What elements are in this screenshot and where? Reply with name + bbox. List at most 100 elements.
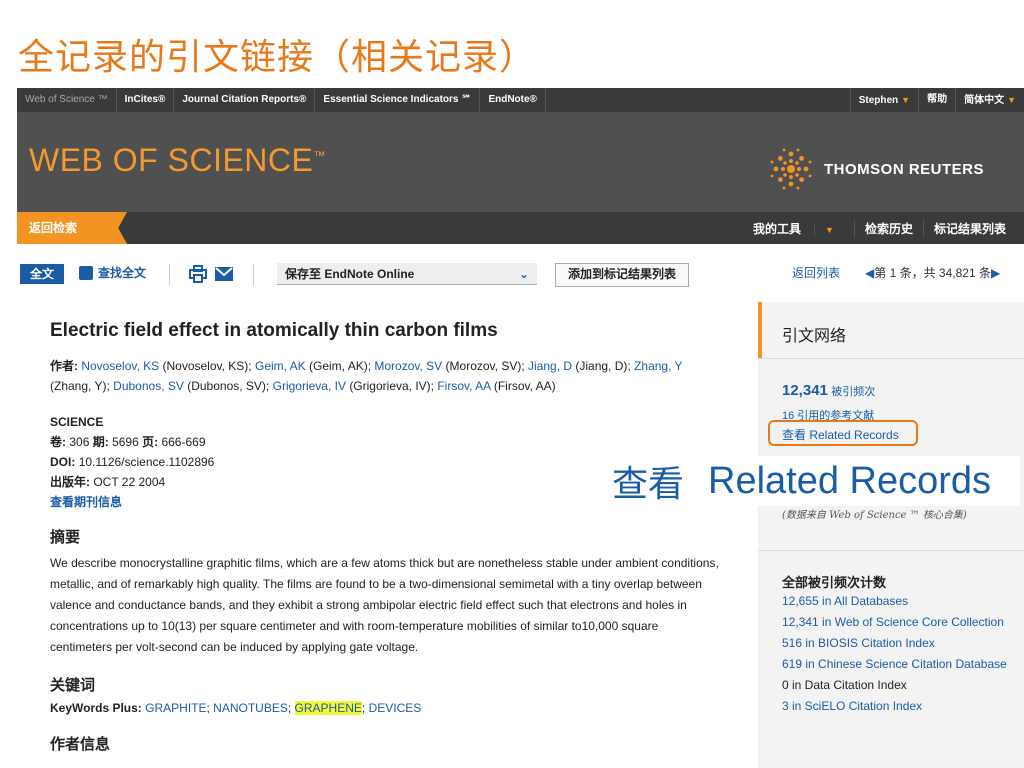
- callout-zh: 查看: [612, 464, 685, 505]
- find-full-text-icon: [79, 265, 93, 280]
- journal-name: SCIENCE: [50, 415, 104, 429]
- keyword-link[interactable]: DEVICES: [369, 701, 422, 715]
- top-nav-bar: Web of Science ™ InCites® Journal Citati…: [17, 88, 1024, 112]
- pager-label: 第 1 条，共 34,821 条: [874, 266, 991, 280]
- author-full-name: (Grigorieva, IV);: [349, 379, 434, 393]
- journal-info-link[interactable]: 查看期刊信息: [50, 495, 122, 509]
- trademark: ™: [313, 148, 326, 163]
- author-link[interactable]: Jiang, D: [528, 359, 572, 373]
- cite-count-all-databases[interactable]: 12,655 in All Databases: [782, 594, 908, 608]
- pubdate-label: 出版年:: [50, 475, 90, 489]
- back-to-list-link[interactable]: 返回列表: [792, 264, 840, 281]
- my-tools-label: 我的工具: [753, 221, 802, 236]
- find-full-text-button[interactable]: 查找全文: [79, 264, 146, 281]
- user-menu[interactable]: Stephen ▼: [849, 88, 918, 112]
- pages-label: 页:: [142, 435, 159, 449]
- next-record-icon[interactable]: ▶: [991, 266, 1000, 280]
- chevron-down-icon: ⌄: [518, 267, 529, 281]
- author-link[interactable]: Morozov, SV: [374, 359, 442, 373]
- add-to-marked-list-button[interactable]: 添加到标记结果列表: [555, 263, 690, 287]
- chevron-down-icon: ▼: [1007, 95, 1016, 105]
- volume-value: 306: [69, 435, 90, 449]
- all-times-cited-list: 12,655 in All Databases 12,341 in Web of…: [782, 594, 1012, 720]
- slide-title: 全记录的引文链接（相关记录）: [18, 37, 537, 78]
- print-icon[interactable]: [189, 265, 207, 283]
- doi-value: 10.1126/science.1102896: [78, 455, 215, 469]
- help-link[interactable]: 帮助: [918, 88, 955, 112]
- nav-esi[interactable]: Essential Science Indicators ℠: [315, 88, 481, 112]
- citation-network-panel: 引文网络 12,341 被引频次 16 引用的参考文献 查看 Related R…: [758, 302, 1024, 768]
- times-cited[interactable]: 12,341 被引频次: [782, 382, 875, 399]
- my-tools-menu[interactable]: 我的工具 ▼: [733, 220, 854, 237]
- authors-label: 作者:: [50, 359, 78, 373]
- save-to-endnote-select[interactable]: 保存至 EndNote Online ⌄: [277, 263, 537, 285]
- times-cited-count: 12,341: [782, 382, 828, 399]
- author-link[interactable]: Novoselov, KS: [81, 359, 159, 373]
- volume-label: 卷:: [50, 435, 66, 449]
- full-text-button[interactable]: 全文: [20, 264, 64, 284]
- author-full-name: (Firsov, AA): [493, 379, 556, 393]
- author-full-name: (Zhang, Y);: [50, 379, 110, 393]
- issue-label: 期:: [92, 435, 109, 449]
- wos-logo[interactable]: WEB OF SCIENCE™: [29, 142, 326, 179]
- cite-count-scielo[interactable]: 3 in SciELO Citation Index: [782, 699, 922, 713]
- cite-count-cscd[interactable]: 619 in Chinese Science Citation Database: [782, 657, 1007, 671]
- sub-nav-bar: 返回检索 我的工具 ▼ 检索历史 标记结果列表: [17, 212, 1024, 244]
- search-history-link[interactable]: 检索历史: [853, 219, 923, 237]
- all-times-cited-heading: 全部被引频次计数: [782, 575, 887, 590]
- view-related-records-link[interactable]: 查看 Related Records: [768, 420, 918, 446]
- save-select-value: 保存至 EndNote Online: [285, 267, 415, 281]
- keyword-link[interactable]: NANOTUBES: [213, 701, 288, 715]
- author-full-name: (Dubonos, SV);: [187, 379, 270, 393]
- pages-value: 666-669: [161, 435, 206, 449]
- author-link[interactable]: Firsov, AA: [437, 379, 490, 393]
- record-title: Electric field effect in atomically thin…: [50, 320, 498, 341]
- thomson-reuters-dots-icon: [770, 148, 812, 190]
- author-link[interactable]: Zhang, Y: [634, 359, 682, 373]
- email-icon[interactable]: [215, 267, 233, 281]
- author-full-name: (Geim, AK);: [309, 359, 372, 373]
- divider: [253, 264, 254, 286]
- author-full-name: (Morozov, SV);: [445, 359, 525, 373]
- nav-jcr[interactable]: Journal Citation Reports®: [174, 88, 316, 112]
- cite-count-biosis[interactable]: 516 in BIOSIS Citation Index: [782, 636, 935, 650]
- author-full-name: (Novoselov, KS);: [162, 359, 252, 373]
- nav-wos[interactable]: Web of Science ™: [17, 88, 117, 112]
- issue-value: 5696: [112, 435, 139, 449]
- tools-menu: 我的工具 ▼ 检索历史 标记结果列表: [733, 212, 1016, 244]
- chevron-down-icon: ▼: [901, 95, 911, 105]
- data-source-note: (数据来自 Web of Science ™ 核心合集): [782, 510, 967, 521]
- abstract-heading: 摘要: [50, 529, 81, 546]
- times-cited-label: 被引频次: [831, 386, 876, 398]
- record-pager: ◀第 1 条，共 34,821 条▶: [865, 264, 1000, 281]
- thomson-reuters-logo: THOMSON REUTERS: [768, 146, 984, 192]
- keywords-plus-label: KeyWords Plus:: [50, 701, 142, 715]
- header-banner: WEB OF SCIENCE™ THOMSON REUTERS: [17, 112, 1024, 212]
- previous-record-icon[interactable]: ◀: [865, 266, 874, 280]
- keyword-link-highlighted[interactable]: GRAPHENE: [294, 701, 362, 715]
- abstract-text: We describe monocrystalline graphitic fi…: [50, 556, 719, 654]
- record-toolbar: 全文 查找全文 保存至 EndNote Online ⌄ 添加到标记结果列表 返回…: [17, 244, 1024, 302]
- pubdate-value: OCT 22 2004: [93, 475, 166, 489]
- thomson-reuters-text: THOMSON REUTERS: [823, 160, 984, 178]
- marked-list-link[interactable]: 标记结果列表: [922, 219, 1016, 237]
- author-link[interactable]: Dubonos, SV: [113, 379, 184, 393]
- accent-bar: [758, 302, 762, 358]
- cite-count-wos-core[interactable]: 12,341 in Web of Science Core Collection: [782, 615, 1004, 629]
- keywords-heading: 关键词: [50, 677, 96, 694]
- nav-incites[interactable]: InCites®: [117, 88, 175, 112]
- callout-en: Related Records: [708, 459, 992, 502]
- author-link[interactable]: Geim, AK: [255, 359, 306, 373]
- user-name: Stephen: [858, 95, 899, 106]
- find-full-text-label: 查找全文: [98, 266, 147, 280]
- keyword-link[interactable]: GRAPHITE: [145, 701, 206, 715]
- back-to-search-tab[interactable]: 返回检索: [17, 212, 127, 244]
- language-label: 简体中文: [964, 95, 1005, 106]
- doi-label: DOI:: [50, 455, 76, 469]
- nav-endnote[interactable]: EndNote®: [480, 88, 546, 112]
- author-list: 作者: Novoselov, KS (Novoselov, KS); Geim,…: [50, 356, 720, 396]
- cite-count-data-citation: 0 in Data Citation Index: [782, 678, 907, 692]
- language-menu[interactable]: 简体中文 ▼: [955, 88, 1024, 112]
- divider: [169, 264, 170, 286]
- author-link[interactable]: Grigorieva, IV: [273, 379, 346, 393]
